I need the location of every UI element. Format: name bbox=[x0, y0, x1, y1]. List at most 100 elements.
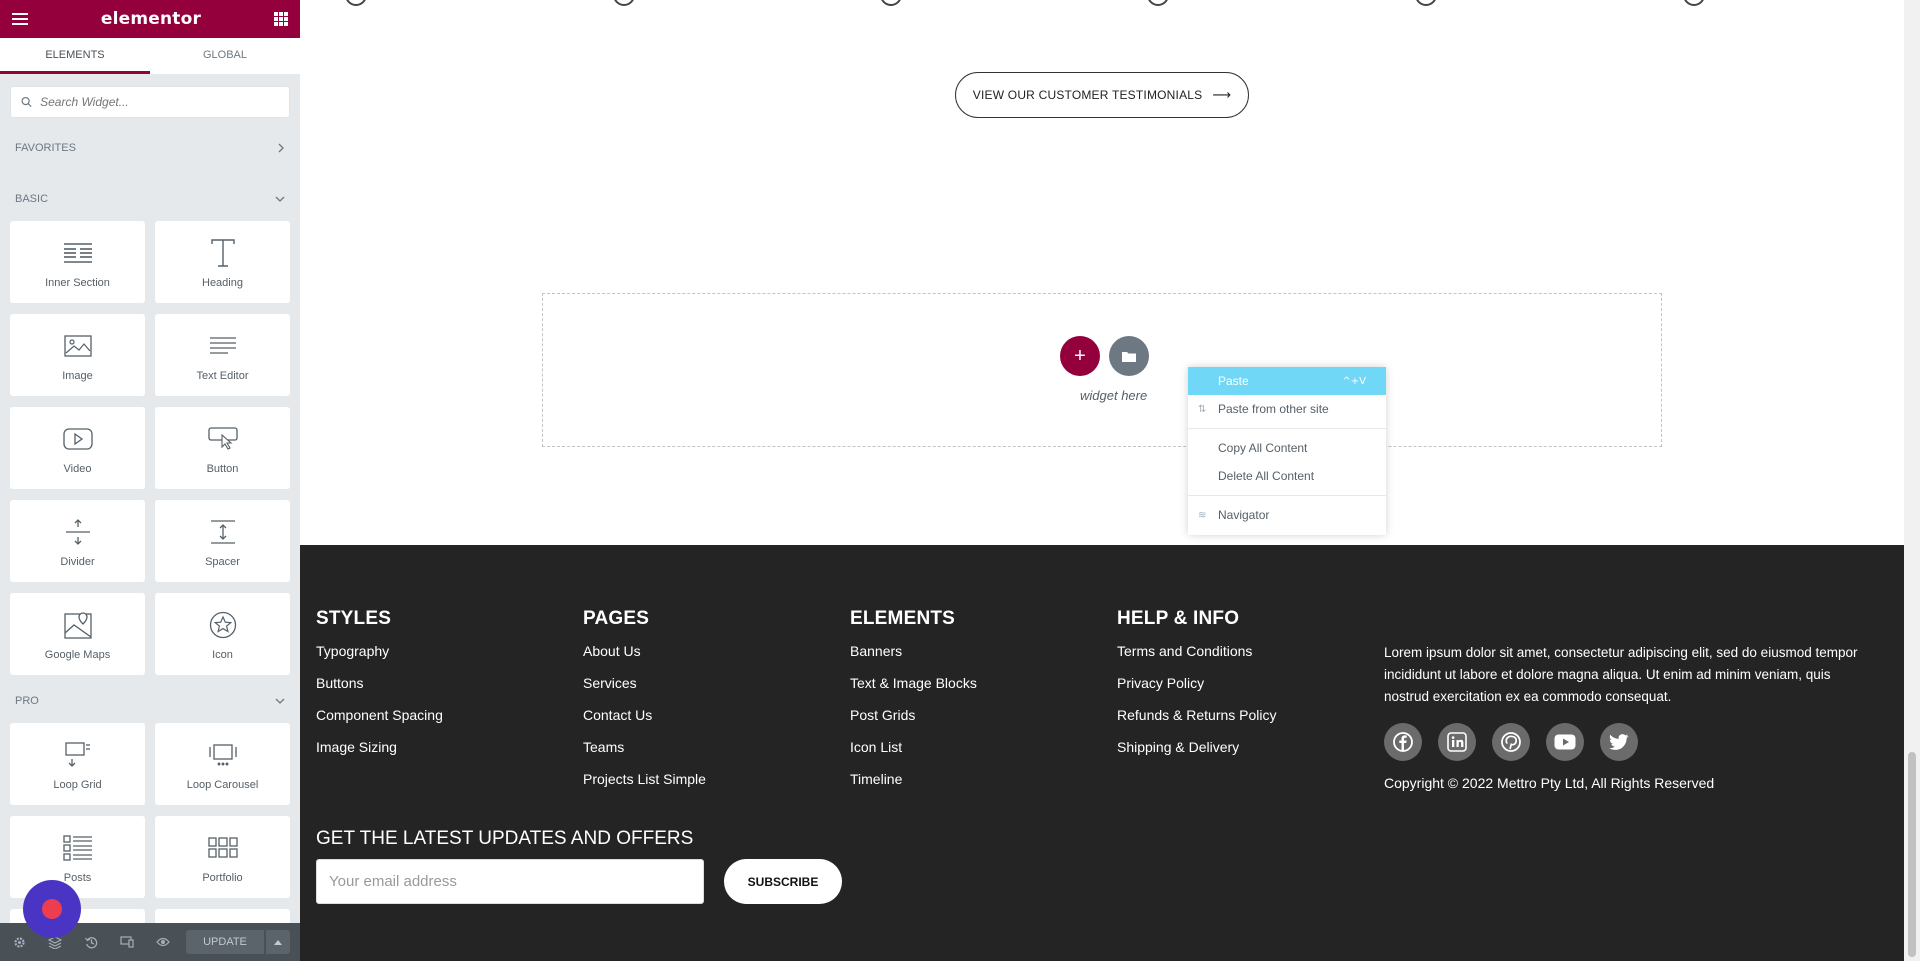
widget-label: Loop Grid bbox=[53, 779, 102, 791]
shortcut-label: ^+V bbox=[1342, 375, 1366, 387]
panel-tabs: ELEMENTS GLOBAL bbox=[0, 38, 300, 74]
history-icon[interactable] bbox=[84, 935, 98, 949]
facebook-icon[interactable] bbox=[1384, 723, 1422, 761]
footer-link[interactable]: Component Spacing bbox=[316, 706, 443, 738]
menu-item-copy-all[interactable]: Copy All Content bbox=[1188, 434, 1386, 462]
menu-item-navigator[interactable]: ≋ Navigator bbox=[1188, 501, 1386, 529]
footer-link[interactable]: Services bbox=[583, 674, 706, 706]
category-label: BASIC bbox=[15, 193, 49, 205]
menu-item-label: Delete All Content bbox=[1218, 469, 1315, 483]
tab-elements[interactable]: ELEMENTS bbox=[0, 38, 150, 74]
footer-link[interactable]: Buttons bbox=[316, 674, 443, 706]
responsive-icon[interactable] bbox=[120, 935, 134, 949]
tab-global[interactable]: GLOBAL bbox=[150, 38, 300, 74]
widget-button[interactable]: Button bbox=[155, 407, 290, 489]
chevron-down-icon bbox=[275, 698, 285, 704]
menu-item-paste[interactable]: Paste ^+V bbox=[1188, 367, 1386, 395]
editor-panel: elementor ELEMENTS GLOBAL FAVORITES BASI… bbox=[0, 0, 300, 961]
footer-link[interactable]: Typography bbox=[316, 642, 443, 674]
youtube-icon[interactable] bbox=[1546, 723, 1584, 761]
icon-circle bbox=[1683, 0, 1705, 6]
twitter-icon[interactable] bbox=[1600, 723, 1638, 761]
footer-column-title: ELEMENTS bbox=[850, 608, 956, 629]
widget-label: Divider bbox=[60, 556, 95, 568]
footer-link[interactable]: Timeline bbox=[850, 770, 977, 802]
panel-header: elementor bbox=[0, 0, 300, 38]
footer-link[interactable]: Projects List Simple bbox=[583, 770, 706, 802]
menu-separator bbox=[1188, 428, 1386, 429]
loop-grid-icon bbox=[64, 742, 90, 767]
widget-heading[interactable]: Heading bbox=[155, 221, 290, 303]
footer-link[interactable]: Image Sizing bbox=[316, 738, 443, 770]
search-icon bbox=[21, 96, 32, 108]
category-basic[interactable]: BASIC bbox=[0, 189, 300, 209]
pinterest-icon[interactable] bbox=[1492, 723, 1530, 761]
category-favorites[interactable]: FAVORITES bbox=[0, 138, 300, 158]
page-scrollbar[interactable] bbox=[1904, 0, 1920, 961]
drop-hint: widget here bbox=[1080, 388, 1148, 403]
footer-column-elements: ELEMENTS Banners Text & Image Blocks Pos… bbox=[850, 608, 977, 802]
view-testimonials-button[interactable]: VIEW OUR CUSTOMER TESTIMONIALS ⟶ bbox=[955, 72, 1249, 118]
footer-column-pages: PAGES About Us Services Contact Us Teams… bbox=[583, 608, 706, 802]
video-icon bbox=[62, 428, 93, 450]
widget-portfolio[interactable]: Portfolio bbox=[155, 816, 290, 898]
footer-link[interactable]: Refunds & Returns Policy bbox=[1117, 706, 1277, 738]
footer-link[interactable]: Privacy Policy bbox=[1117, 674, 1277, 706]
widget-label: Image bbox=[62, 370, 93, 382]
subscribe-button[interactable]: SUBSCRIBE bbox=[724, 859, 842, 904]
widget-image[interactable]: Image bbox=[10, 314, 145, 396]
arrow-right-icon: ⟶ bbox=[1212, 87, 1232, 102]
menu-icon[interactable] bbox=[12, 13, 28, 25]
context-menu: Paste ^+V ⇅ Paste from other site Copy A… bbox=[1188, 367, 1386, 535]
footer-column-title: PAGES bbox=[583, 608, 650, 629]
footer-column-title: HELP & INFO bbox=[1117, 608, 1240, 629]
widget-label: Inner Section bbox=[45, 277, 110, 289]
category-pro[interactable]: PRO bbox=[0, 691, 300, 711]
footer-link[interactable]: Shipping & Delivery bbox=[1117, 738, 1277, 770]
folder-icon bbox=[1122, 351, 1136, 362]
update-button[interactable]: UPDATE bbox=[186, 930, 264, 954]
widget-label: Text Editor bbox=[196, 370, 249, 382]
icon-circle bbox=[1147, 0, 1169, 6]
widget-loop-grid[interactable]: Loop Grid bbox=[10, 723, 145, 805]
scrollbar-thumb[interactable] bbox=[1908, 752, 1916, 957]
menu-item-label: Paste from other site bbox=[1218, 402, 1329, 416]
email-field[interactable] bbox=[316, 859, 704, 904]
widget-posts[interactable]: Posts bbox=[10, 816, 145, 898]
widget-spacer[interactable]: Spacer bbox=[155, 500, 290, 582]
widget-label: Button bbox=[206, 463, 239, 475]
portfolio-icon bbox=[207, 837, 238, 858]
preview-eye-icon[interactable] bbox=[156, 935, 170, 949]
add-section-button[interactable]: + bbox=[1060, 336, 1100, 376]
widget-label: Loop Carousel bbox=[186, 779, 259, 791]
search-input[interactable] bbox=[40, 95, 279, 109]
chat-launcher-button[interactable] bbox=[23, 880, 81, 938]
widget-video[interactable]: Video bbox=[10, 407, 145, 489]
footer-link[interactable]: Teams bbox=[583, 738, 706, 770]
star-icon bbox=[209, 611, 236, 639]
footer-link[interactable]: Post Grids bbox=[850, 706, 977, 738]
page-canvas: VIEW OUR CUSTOMER TESTIMONIALS ⟶ + widge… bbox=[300, 0, 1904, 961]
widget-divider[interactable]: Divider bbox=[10, 500, 145, 582]
menu-item-delete-all[interactable]: Delete All Content bbox=[1188, 462, 1386, 490]
footer-link[interactable]: Text & Image Blocks bbox=[850, 674, 977, 706]
widget-icon[interactable]: Icon bbox=[155, 593, 290, 675]
widgets-grid-icon[interactable] bbox=[273, 12, 288, 26]
widget-google-maps[interactable]: Google Maps bbox=[10, 593, 145, 675]
menu-item-label: Paste bbox=[1218, 374, 1249, 388]
settings-icon[interactable] bbox=[12, 935, 26, 949]
footer-link[interactable]: Banners bbox=[850, 642, 977, 674]
update-options-button[interactable] bbox=[266, 930, 290, 954]
linkedin-icon[interactable] bbox=[1438, 723, 1476, 761]
empty-section-dropzone[interactable] bbox=[542, 293, 1662, 447]
widget-text-editor[interactable]: Text Editor bbox=[155, 314, 290, 396]
footer-link[interactable]: Contact Us bbox=[583, 706, 706, 738]
category-label: FAVORITES bbox=[15, 142, 76, 154]
footer-link[interactable]: Terms and Conditions bbox=[1117, 642, 1277, 674]
widget-inner-section[interactable]: Inner Section bbox=[10, 221, 145, 303]
footer-link[interactable]: About Us bbox=[583, 642, 706, 674]
widget-loop-carousel[interactable]: Loop Carousel bbox=[155, 723, 290, 805]
footer-link[interactable]: Icon List bbox=[850, 738, 977, 770]
add-template-button[interactable] bbox=[1109, 336, 1149, 376]
menu-item-paste-from-other-site[interactable]: ⇅ Paste from other site bbox=[1188, 395, 1386, 423]
